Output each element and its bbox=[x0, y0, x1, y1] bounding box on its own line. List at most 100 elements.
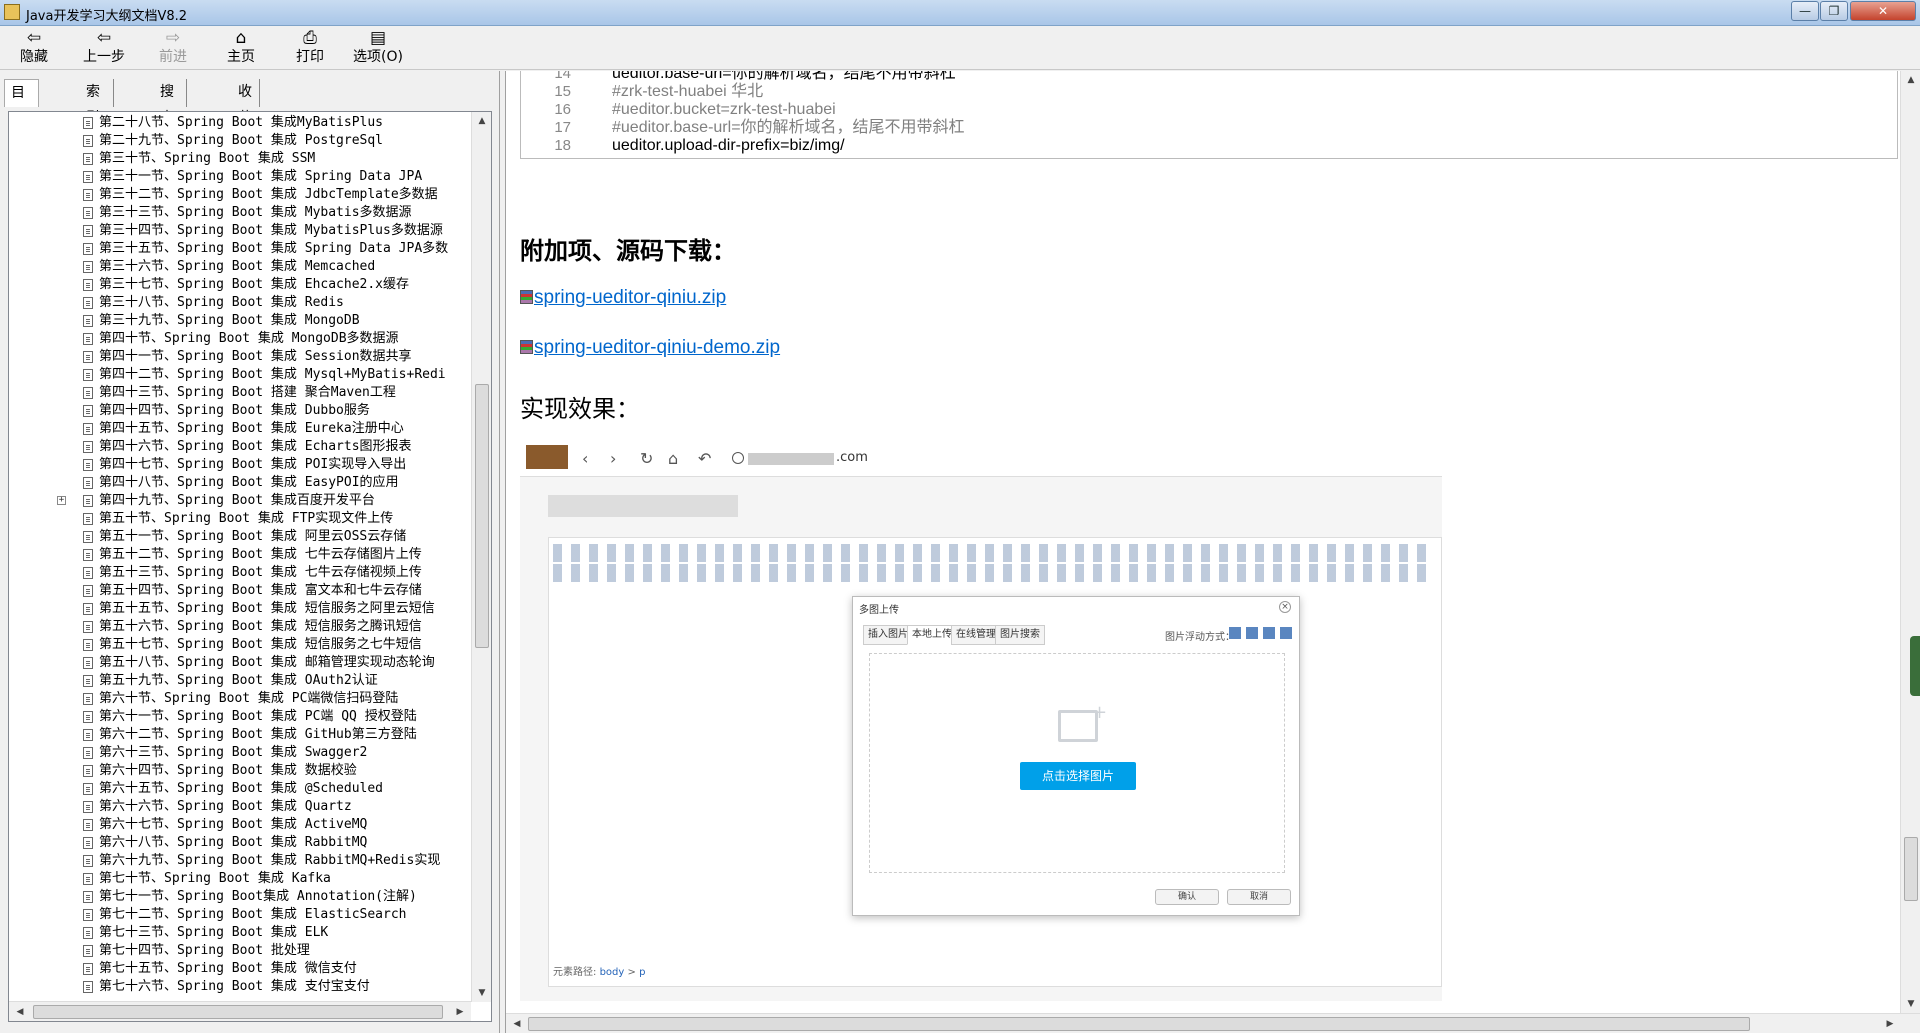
document-icon bbox=[83, 531, 93, 543]
expand-plus-icon[interactable]: + bbox=[57, 496, 66, 505]
tree-item[interactable]: 第四十二节、Spring Boot 集成 Mysql+MyBatis+Redi bbox=[9, 366, 471, 384]
tree-item[interactable]: 第二十八节、Spring Boot 集成MyBatisPlus bbox=[9, 114, 471, 132]
dialog-tab: 图片搜索 bbox=[995, 625, 1045, 645]
print-button[interactable]: ⎙ 打印 bbox=[280, 28, 340, 68]
tree-item[interactable]: 第五十九节、Spring Boot 集成 OAuth2认证 bbox=[9, 672, 471, 690]
tree-item[interactable]: 第五十六节、Spring Boot 集成 短信服务之腾讯短信 bbox=[9, 618, 471, 636]
tree-item[interactable]: 第五十三节、Spring Boot 集成 七牛云存储视频上传 bbox=[9, 564, 471, 582]
tree-item[interactable]: 第三十九节、Spring Boot 集成 MongoDB bbox=[9, 312, 471, 330]
tree-item-label: 第五十八节、Spring Boot 集成 邮箱管理实现动态轮询 bbox=[99, 655, 435, 670]
scroll-right-icon[interactable]: ▶ bbox=[1881, 1014, 1899, 1033]
content-vertical-scrollbar[interactable]: ▲ ▼ bbox=[1900, 71, 1920, 1013]
tree-item[interactable]: 第七十二节、Spring Boot 集成 ElasticSearch bbox=[9, 906, 471, 924]
forward-button[interactable]: ⇨ 前进 bbox=[143, 28, 203, 68]
tree-vertical-scrollbar[interactable]: ▲ ▼ bbox=[471, 112, 491, 1002]
scroll-up-icon[interactable]: ▲ bbox=[472, 112, 491, 130]
tree-item[interactable]: 第四十五节、Spring Boot 集成 Eureka注册中心 bbox=[9, 420, 471, 438]
options-icon: ▤ bbox=[369, 28, 387, 48]
download-link-1[interactable]: spring-ueditor-qiniu.zip bbox=[520, 287, 726, 309]
tree-item[interactable]: 第六十六节、Spring Boot 集成 Quartz bbox=[9, 798, 471, 816]
tree-item[interactable]: 第七十四节、Spring Boot 批处理 bbox=[9, 942, 471, 960]
tree-item[interactable]: 第六十四节、Spring Boot 集成 数据校验 bbox=[9, 762, 471, 780]
tree-item[interactable]: 第七十六节、Spring Boot 集成 支付宝支付 bbox=[9, 978, 471, 996]
tree-item[interactable]: 第六十八节、Spring Boot 集成 RabbitMQ bbox=[9, 834, 471, 852]
browser-home-icon: ⌂ bbox=[668, 449, 679, 468]
hide-button[interactable]: ⇦ 隐藏 bbox=[4, 28, 64, 68]
tree-item[interactable]: 第二十九节、Spring Boot 集成 PostgreSql bbox=[9, 132, 471, 150]
maximize-button[interactable]: ❐ bbox=[1820, 1, 1848, 21]
side-dock-tab[interactable] bbox=[1910, 636, 1920, 696]
path-label: 元素路径: bbox=[553, 967, 597, 978]
back-button[interactable]: ⇦ 上一步 bbox=[74, 28, 134, 68]
download-link-2[interactable]: spring-ueditor-qiniu-demo.zip bbox=[520, 337, 780, 359]
tree-item[interactable]: 第五十四节、Spring Boot 集成 富文本和七牛云存储 bbox=[9, 582, 471, 600]
tab-search[interactable]: 搜索(S) bbox=[154, 79, 187, 152]
minimize-button[interactable]: — bbox=[1791, 1, 1819, 21]
tree-item[interactable]: 第三十四节、Spring Boot 集成 MybatisPlus多数据源 bbox=[9, 222, 471, 240]
tree-item[interactable]: 第三十七节、Spring Boot 集成 Ehcache2.x缓存 bbox=[9, 276, 471, 294]
code-block: 14 ueditor.base-url=你的解析域名，结尾不用带斜杠 15 #zrk-… bbox=[520, 71, 1898, 159]
content-horizontal-scrollbar[interactable]: ◀ ▶ bbox=[506, 1013, 1920, 1033]
tree-item-label: 第五十五节、Spring Boot 集成 短信服务之阿里云短信 bbox=[99, 601, 435, 616]
home-button[interactable]: ⌂ 主页 bbox=[211, 28, 271, 68]
scroll-down-icon[interactable]: ▼ bbox=[1901, 995, 1920, 1013]
back-arrow-icon: ⇦ bbox=[96, 28, 112, 48]
close-button[interactable]: ✕ bbox=[1850, 1, 1916, 21]
document-icon bbox=[83, 189, 93, 201]
dialog-close-icon: × bbox=[1279, 601, 1291, 613]
download-link-text[interactable]: spring-ueditor-qiniu.zip bbox=[534, 287, 726, 308]
tree-item[interactable]: 第四十三节、Spring Boot 搭建 聚合Maven工程 bbox=[9, 384, 471, 402]
tree-item[interactable]: 第五十二节、Spring Boot 集成 七牛云存储图片上传 bbox=[9, 546, 471, 564]
tree-item[interactable]: 第四十四节、Spring Boot 集成 Dubbo服务 bbox=[9, 402, 471, 420]
tree-item[interactable]: 第七十节、Spring Boot 集成 Kafka bbox=[9, 870, 471, 888]
tree-item[interactable]: 第四十八节、Spring Boot 集成 EasyPOI的应用 bbox=[9, 474, 471, 492]
tree-item[interactable]: + 第四十九节、Spring Boot 集成百度开发平台 bbox=[9, 492, 471, 510]
tree-item[interactable]: 第三十节、Spring Boot 集成 SSM bbox=[9, 150, 471, 168]
tree-item[interactable]: 第三十一节、Spring Boot 集成 Spring Data JPA bbox=[9, 168, 471, 186]
code-line: 14 ueditor.base-url=你的解析域名，结尾不用带斜杠 bbox=[521, 71, 1897, 83]
tab-contents[interactable]: 目录(C) bbox=[4, 79, 39, 153]
scroll-left-icon[interactable]: ◀ bbox=[11, 1002, 29, 1021]
tree-item[interactable]: 第六十三节、Spring Boot 集成 Swagger2 bbox=[9, 744, 471, 762]
tree-item[interactable]: 第七十五节、Spring Boot 集成 微信支付 bbox=[9, 960, 471, 978]
tree-item[interactable]: 第三十二节、Spring Boot 集成 JdbcTemplate多数据 bbox=[9, 186, 471, 204]
tree-item[interactable]: 第六十九节、Spring Boot 集成 RabbitMQ+Redis实现 bbox=[9, 852, 471, 870]
scroll-thumb[interactable] bbox=[475, 384, 489, 648]
tree-item[interactable]: 第六十二节、Spring Boot 集成 GitHub第三方登陆 bbox=[9, 726, 471, 744]
tree-item[interactable]: 第六十一节、Spring Boot 集成 PC端 QQ 授权登陆 bbox=[9, 708, 471, 726]
scroll-up-icon[interactable]: ▲ bbox=[1901, 71, 1920, 89]
scroll-down-icon[interactable]: ▼ bbox=[472, 984, 491, 1002]
tree-item-label: 第五十九节、Spring Boot 集成 OAuth2认证 bbox=[99, 673, 378, 688]
tree-item[interactable]: 第五十节、Spring Boot 集成 FTP实现文件上传 bbox=[9, 510, 471, 528]
tree-item[interactable]: 第七十一节、Spring Boot集成 Annotation(注解) bbox=[9, 888, 471, 906]
tree-item[interactable]: 第七十三节、Spring Boot 集成 ELK bbox=[9, 924, 471, 942]
tree-item-label: 第二十八节、Spring Boot 集成MyBatisPlus bbox=[99, 115, 384, 130]
tree-item[interactable]: 第五十五节、Spring Boot 集成 短信服务之阿里云短信 bbox=[9, 600, 471, 618]
tree-horizontal-scrollbar[interactable]: ◀ ▶ bbox=[9, 1001, 471, 1021]
tree-item[interactable]: 第六十五节、Spring Boot 集成 @Scheduled bbox=[9, 780, 471, 798]
tree-item-label: 第六十节、Spring Boot 集成 PC端微信扫码登陆 bbox=[99, 691, 399, 706]
tree-item[interactable]: 第四十节、Spring Boot 集成 MongoDB多数据源 bbox=[9, 330, 471, 348]
tree-item[interactable]: 第六十节、Spring Boot 集成 PC端微信扫码登陆 bbox=[9, 690, 471, 708]
scroll-left-icon[interactable]: ◀ bbox=[508, 1014, 526, 1033]
tree-item[interactable]: 第五十七节、Spring Boot 集成 短信服务之七牛短信 bbox=[9, 636, 471, 654]
tree-item[interactable]: 第五十八节、Spring Boot 集成 邮箱管理实现动态轮询 bbox=[9, 654, 471, 672]
options-button[interactable]: ▤ 选项(O) bbox=[348, 28, 408, 68]
path-link: body bbox=[599, 967, 625, 978]
tree-item[interactable]: 第三十三节、Spring Boot 集成 Mybatis多数据源 bbox=[9, 204, 471, 222]
download-link-text[interactable]: spring-ueditor-qiniu-demo.zip bbox=[534, 337, 780, 358]
tab-index[interactable]: 索引(N) bbox=[80, 79, 115, 152]
tree-item[interactable]: 第四十六节、Spring Boot 集成 Echarts图形报表 bbox=[9, 438, 471, 456]
scroll-right-icon[interactable]: ▶ bbox=[451, 1002, 469, 1021]
scroll-thumb[interactable] bbox=[33, 1005, 443, 1019]
tab-favorites[interactable]: 收藏夹(I) bbox=[232, 79, 261, 178]
scroll-thumb[interactable] bbox=[1904, 837, 1918, 901]
tree-item[interactable]: 第三十八节、Spring Boot 集成 Redis bbox=[9, 294, 471, 312]
tree-item[interactable]: 第六十七节、Spring Boot 集成 ActiveMQ bbox=[9, 816, 471, 834]
scroll-thumb[interactable] bbox=[528, 1017, 1750, 1031]
tree-item[interactable]: 第四十七节、Spring Boot 集成 POI实现导入导出 bbox=[9, 456, 471, 474]
tree-item[interactable]: 第四十一节、Spring Boot 集成 Session数据共享 bbox=[9, 348, 471, 366]
tree-item[interactable]: 第五十一节、Spring Boot 集成 阿里云OSS云存储 bbox=[9, 528, 471, 546]
tree-item[interactable]: 第三十六节、Spring Boot 集成 Memcached bbox=[9, 258, 471, 276]
tree-item[interactable]: 第三十五节、Spring Boot 集成 Spring Data JPA多数 bbox=[9, 240, 471, 258]
